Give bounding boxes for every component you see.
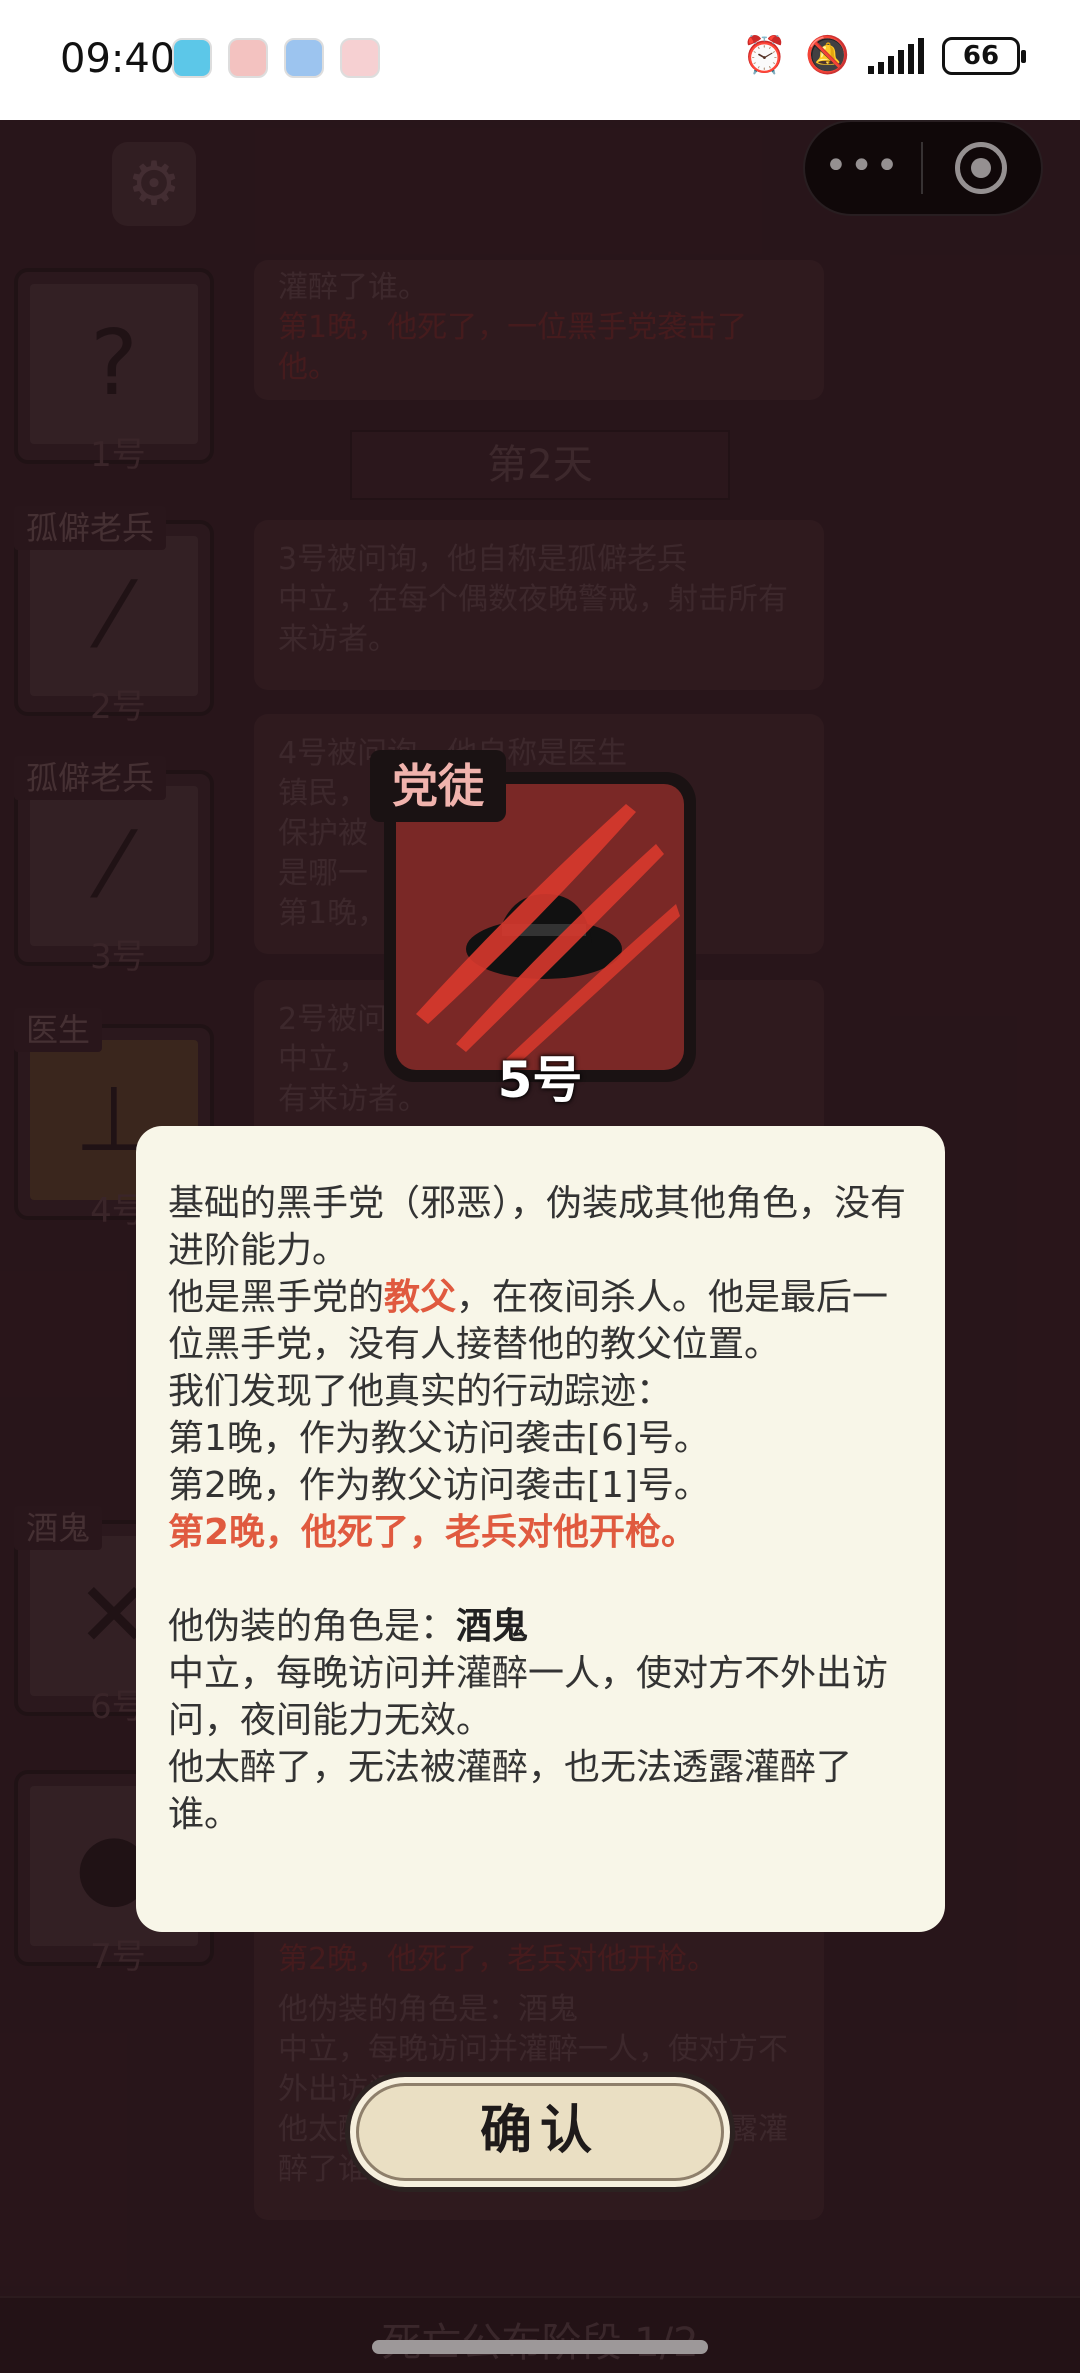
dialog-text: 他伪装的角色是： xyxy=(168,1606,457,1647)
dialog-line: 我们发现了他真实的行动踪迹： xyxy=(168,1371,673,1412)
dialog-line: 他伪装的角色是：酒鬼 xyxy=(168,1603,913,1650)
status-bar: 09:40 ⏰ 🔕 66 xyxy=(0,0,1080,120)
battery-icon: 66 xyxy=(942,37,1026,75)
revealed-player-number: 5号 xyxy=(497,1051,583,1109)
dialog-text: 他是黑手党的 xyxy=(168,1277,385,1318)
claw-hat-icon xyxy=(416,804,680,1066)
notification-apps xyxy=(172,38,380,78)
taptap-icon xyxy=(172,38,212,78)
confirm-button[interactable]: 确认 xyxy=(345,2072,735,2192)
dialog-line: 中立，每晚访问并灌醉一人，使对方不外出访问，夜间能力无效。 xyxy=(168,1653,889,1741)
mute-icon: 🔕 xyxy=(805,35,850,76)
shop-icon xyxy=(228,38,268,78)
wifi-app-icon xyxy=(284,38,324,78)
role-name-badge: 党徒 xyxy=(370,750,506,822)
home-indicator[interactable] xyxy=(372,2340,708,2354)
role-art xyxy=(396,784,684,1070)
heart-app-icon xyxy=(340,38,380,78)
signal-icon xyxy=(868,38,924,74)
dialog-line: 他太醉了，无法被灌醉，也无法透露灌醉了谁。 xyxy=(168,1747,853,1835)
status-right: ⏰ 🔕 66 xyxy=(742,35,1026,76)
status-time: 09:40 xyxy=(60,36,176,82)
dialog-line: 第1晚，作为教父访问袭击[6]号。 xyxy=(168,1418,710,1459)
role-description-dialog: 基础的黑手党（邪恶），伪装成其他角色，没有进阶能力。 他是黑手党的教父，在夜间杀… xyxy=(136,1126,945,1932)
dialog-line: 第2晚，作为教父访问袭击[1]号。 xyxy=(168,1465,710,1506)
death-line: 第2晚，他死了，老兵对他开枪。 xyxy=(168,1512,698,1553)
alarm-icon: ⏰ xyxy=(742,35,788,76)
dialog-line: 他是黑手党的教父，在夜间杀人。他是最后一位黑手党，没有人接替他的教父位置。 xyxy=(168,1274,913,1368)
dialog-line: 基础的黑手党（邪恶），伪装成其他角色，没有进阶能力。 xyxy=(168,1183,907,1271)
highlight-role: 教父 xyxy=(384,1277,457,1318)
disguise-role: 酒鬼 xyxy=(456,1606,529,1647)
